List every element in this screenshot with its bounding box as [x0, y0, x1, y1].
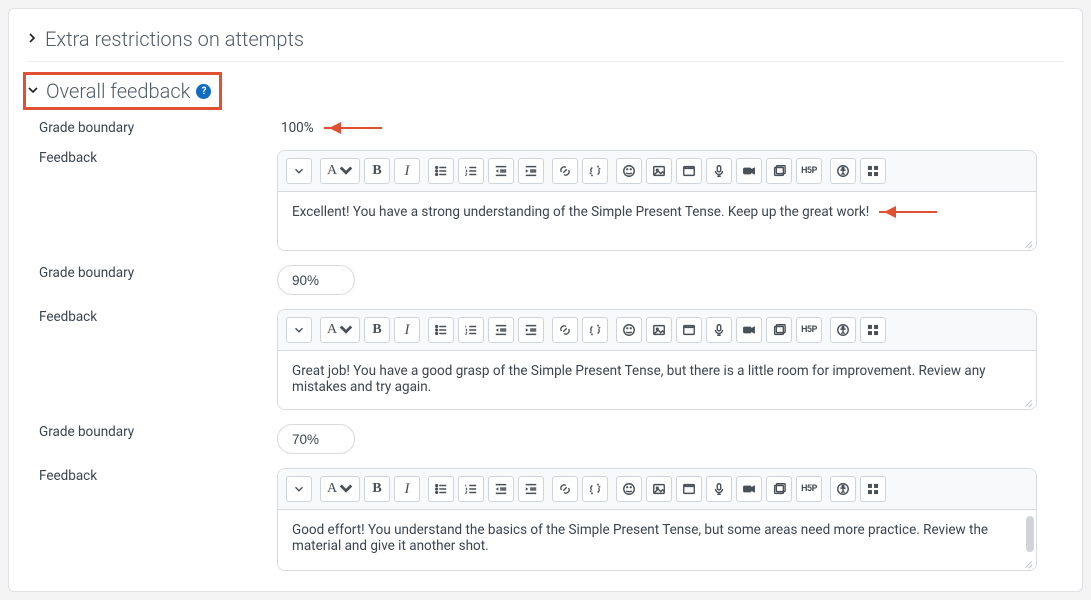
- feedback-label: Feedback: [27, 150, 277, 166]
- feedback-editor: A B I H5P Good effort! You understan: [277, 468, 1037, 571]
- media-icon[interactable]: [676, 476, 702, 502]
- microphone-icon[interactable]: [706, 476, 732, 502]
- feedback-text: Great job! You have a good grasp of the …: [292, 363, 1022, 395]
- italic-button[interactable]: I: [394, 158, 420, 184]
- emoji-icon[interactable]: [616, 158, 642, 184]
- editor-toolbar: A B I H5P: [278, 310, 1036, 351]
- bold-button[interactable]: B: [364, 158, 390, 184]
- resize-handle[interactable]: [1023, 397, 1033, 407]
- divider: [27, 61, 1064, 62]
- list-ol-icon[interactable]: [458, 158, 484, 184]
- h5p-button[interactable]: H5P: [796, 476, 822, 502]
- grid-icon[interactable]: [860, 317, 886, 343]
- bold-button[interactable]: B: [364, 476, 390, 502]
- file-icon[interactable]: [766, 158, 792, 184]
- grid-icon[interactable]: [860, 158, 886, 184]
- help-icon[interactable]: ?: [196, 84, 211, 99]
- italic-button[interactable]: I: [394, 476, 420, 502]
- indent-increase-icon[interactable]: [518, 158, 544, 184]
- file-icon[interactable]: [766, 317, 792, 343]
- indent-decrease-icon[interactable]: [488, 158, 514, 184]
- annotation-arrow: [879, 211, 937, 213]
- indent-increase-icon[interactable]: [518, 476, 544, 502]
- expand-icon[interactable]: [286, 158, 312, 184]
- grade-boundary-label: Grade boundary: [27, 424, 277, 440]
- feedback-label: Feedback: [27, 468, 277, 484]
- video-icon[interactable]: [736, 317, 762, 343]
- accessibility-icon[interactable]: [830, 158, 856, 184]
- link-icon[interactable]: [552, 317, 578, 343]
- resize-handle[interactable]: [1023, 238, 1033, 248]
- list-ol-icon[interactable]: [458, 317, 484, 343]
- microphone-icon[interactable]: [706, 158, 732, 184]
- chevron-down-icon: [28, 84, 46, 99]
- bold-button[interactable]: B: [364, 317, 390, 343]
- feedback-label: Feedback: [27, 309, 277, 325]
- h5p-button[interactable]: H5P: [796, 317, 822, 343]
- feedback-editor: A B I H5P Great job! You have a good: [277, 309, 1037, 410]
- grade-boundary-label: Grade boundary: [27, 120, 277, 136]
- annotation-highlight: Overall feedback ?: [23, 72, 222, 110]
- expand-icon[interactable]: [286, 476, 312, 502]
- resize-handle[interactable]: [1023, 558, 1033, 568]
- section-title: Extra restrictions on attempts: [45, 27, 304, 51]
- microphone-icon[interactable]: [706, 317, 732, 343]
- grade-boundary-input[interactable]: [277, 424, 355, 454]
- unlink-icon[interactable]: [582, 317, 608, 343]
- settings-card: Extra restrictions on attempts Overall f…: [8, 8, 1083, 592]
- section-title: Overall feedback: [46, 79, 190, 103]
- grade-boundary-label: Grade boundary: [27, 265, 277, 281]
- paragraph-style-button[interactable]: A: [320, 158, 360, 184]
- scrollbar[interactable]: [1026, 516, 1034, 552]
- feedback-text: Good effort! You understand the basics o…: [292, 522, 1022, 554]
- paragraph-style-button[interactable]: A: [320, 476, 360, 502]
- section-overall-feedback[interactable]: Overall feedback ?: [28, 77, 211, 105]
- unlink-icon[interactable]: [582, 476, 608, 502]
- feedback-textarea[interactable]: Excellent! You have a strong understandi…: [278, 192, 1036, 250]
- accessibility-icon[interactable]: [830, 476, 856, 502]
- list-ul-icon[interactable]: [428, 476, 454, 502]
- feedback-editor: A B I H5P Excellent! You have a stro: [277, 150, 1037, 251]
- grade-boundary-value: 100%: [277, 120, 314, 136]
- indent-increase-icon[interactable]: [518, 317, 544, 343]
- paragraph-style-button[interactable]: A: [320, 317, 360, 343]
- editor-toolbar: A B I H5P: [278, 469, 1036, 510]
- link-icon[interactable]: [552, 476, 578, 502]
- section-extra-restrictions[interactable]: Extra restrictions on attempts: [27, 21, 1064, 57]
- accessibility-icon[interactable]: [830, 317, 856, 343]
- indent-decrease-icon[interactable]: [488, 317, 514, 343]
- link-icon[interactable]: [552, 158, 578, 184]
- h5p-button[interactable]: H5P: [796, 158, 822, 184]
- italic-button[interactable]: I: [394, 317, 420, 343]
- list-ol-icon[interactable]: [458, 476, 484, 502]
- emoji-icon[interactable]: [616, 317, 642, 343]
- file-icon[interactable]: [766, 476, 792, 502]
- grade-boundary-input[interactable]: [277, 265, 355, 295]
- editor-toolbar: A B I H5P: [278, 151, 1036, 192]
- image-icon[interactable]: [646, 476, 672, 502]
- feedback-textarea[interactable]: Great job! You have a good grasp of the …: [278, 351, 1036, 409]
- feedback-textarea[interactable]: Good effort! You understand the basics o…: [278, 510, 1036, 570]
- list-ul-icon[interactable]: [428, 317, 454, 343]
- media-icon[interactable]: [676, 317, 702, 343]
- annotation-arrow: [324, 127, 382, 129]
- feedback-text: Excellent! You have a strong understandi…: [292, 204, 869, 220]
- media-icon[interactable]: [676, 158, 702, 184]
- video-icon[interactable]: [736, 476, 762, 502]
- video-icon[interactable]: [736, 158, 762, 184]
- grid-icon[interactable]: [860, 476, 886, 502]
- list-ul-icon[interactable]: [428, 158, 454, 184]
- emoji-icon[interactable]: [616, 476, 642, 502]
- chevron-right-icon: [27, 32, 45, 47]
- unlink-icon[interactable]: [582, 158, 608, 184]
- indent-decrease-icon[interactable]: [488, 476, 514, 502]
- image-icon[interactable]: [646, 317, 672, 343]
- expand-icon[interactable]: [286, 317, 312, 343]
- image-icon[interactable]: [646, 158, 672, 184]
